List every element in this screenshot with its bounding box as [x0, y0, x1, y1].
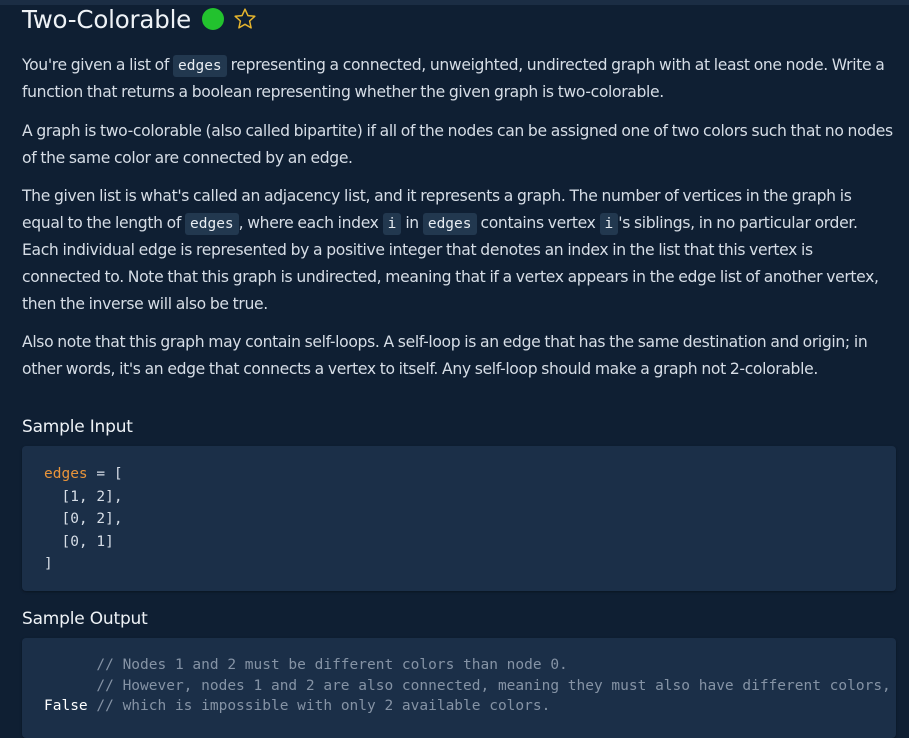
description-paragraph-2: A graph is two-colorable (also called bi… — [22, 122, 893, 167]
inline-code: edges — [422, 213, 477, 235]
solved-status-icon — [202, 8, 225, 30]
description-paragraph-4: Also note that this graph may contain se… — [22, 333, 868, 378]
inline-code: edges — [185, 213, 239, 235]
sample-output-heading: Sample Output — [22, 609, 148, 629]
inline-code: i — [599, 213, 619, 235]
text: You're given a list of — [22, 56, 169, 74]
sample-input-code-block: edges = [ [1, 2], [0, 2], [0, 1] ] — [22, 446, 896, 591]
code-token: = [ — [87, 466, 123, 482]
description-paragraph-3: The given list is what's called an adjac… — [22, 183, 894, 318]
title-row: Two-Colorable — [22, 2, 257, 36]
text: contains vertex — [480, 214, 596, 232]
output-value: False — [44, 698, 88, 714]
code-comment-line: // However, nodes 1 and 2 are also conne… — [44, 678, 891, 694]
star-icon[interactable] — [233, 7, 257, 31]
text: , where each index — [238, 214, 379, 232]
code-comment-line: // Nodes 1 and 2 must be different color… — [44, 657, 568, 673]
code-line: [0, 2], — [44, 511, 123, 527]
sample-input-heading: Sample Input — [22, 417, 133, 437]
inline-code: edges — [173, 55, 227, 77]
code-line: edges = [ — [44, 463, 123, 485]
code-line: [1, 2], — [44, 489, 123, 505]
text: in — [405, 214, 419, 232]
code-line: ] — [44, 556, 53, 572]
inline-code: i — [382, 213, 402, 235]
code-variable: edges — [44, 466, 88, 482]
code-line: [0, 1] — [44, 534, 114, 550]
code-comment: // which is impossible with only 2 avail… — [87, 698, 551, 714]
description-paragraph-1: You're given a list of edges representin… — [22, 52, 894, 106]
sample-output-code-block: // Nodes 1 and 2 must be different color… — [22, 638, 896, 738]
code-line: False // which is impossible with only 2… — [44, 695, 550, 717]
problem-title: Two-Colorable — [22, 4, 192, 34]
